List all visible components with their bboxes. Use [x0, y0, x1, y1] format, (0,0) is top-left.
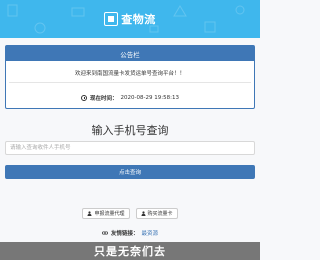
notice-panel: 公告栏 欢迎来到南国流量卡发货运单号查询平台！！ 现在时间： 2020-08-2…: [5, 45, 255, 109]
query-button[interactable]: 点击查询: [5, 165, 255, 179]
friend-link[interactable]: 最资源: [142, 229, 159, 237]
footer-banner: 只是无奈们去: [0, 242, 260, 260]
user-icon: [141, 211, 145, 216]
logo-icon: [104, 12, 119, 26]
apply-agent-label: 申报流量代理: [94, 211, 125, 217]
logo-text: 查物流: [121, 13, 156, 26]
apply-agent-button[interactable]: 申报流量代理: [82, 208, 130, 219]
site-header: 查物流: [0, 0, 260, 38]
query-title: 输入手机号查询: [91, 124, 169, 137]
notice-title: 公告栏: [6, 46, 254, 61]
notice-welcome-text: 欢迎来到南国流量卡发货运单号查询平台！！: [74, 71, 185, 77]
friend-links-label: 友情链接：: [110, 231, 139, 237]
link-icon: [101, 231, 108, 235]
buy-card-button[interactable]: 购买流量卡: [135, 208, 178, 219]
friend-links: 友情链接： 最资源: [0, 229, 260, 237]
site-logo[interactable]: 查物流: [104, 11, 156, 27]
user-icon: [87, 211, 92, 216]
footer-text: 只是无奈们去: [94, 245, 166, 258]
current-time-label: 现在时间：: [90, 96, 118, 102]
clock-icon: [81, 95, 88, 101]
notice-divider: [9, 82, 251, 83]
current-time-value: 2020-08-29 19:58:13: [120, 95, 179, 101]
phone-number-input[interactable]: [5, 141, 255, 155]
action-buttons: 申报流量代理 购买流量卡: [0, 208, 260, 219]
current-time-row: 现在时间： 2020-08-29 19:58:13: [6, 94, 254, 102]
buy-card-label: 购买流量卡: [147, 211, 173, 217]
